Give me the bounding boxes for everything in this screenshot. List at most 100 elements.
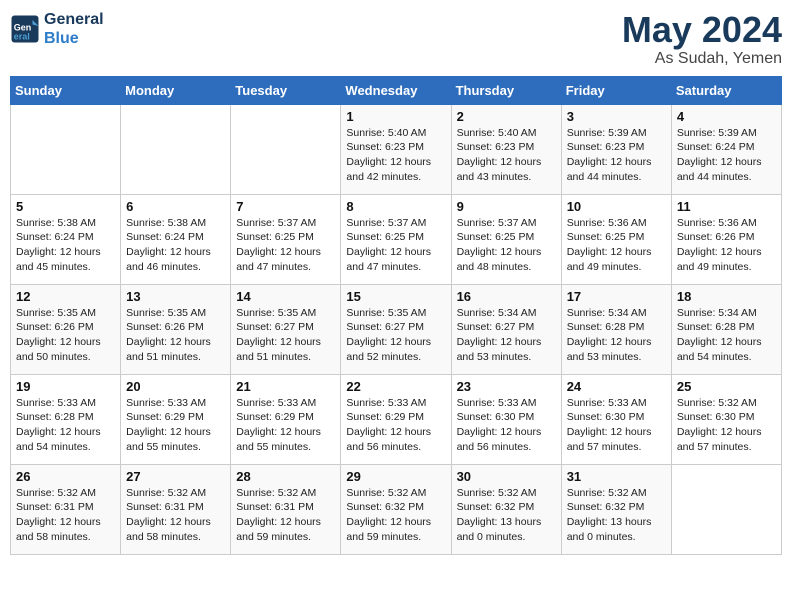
calendar-cell: 17 Sunrise: 5:34 AM Sunset: 6:28 PM Dayli… [561, 284, 671, 374]
calendar-cell: 23 Sunrise: 5:33 AM Sunset: 6:30 PM Dayli… [451, 374, 561, 464]
day-number: 12 [16, 289, 115, 304]
day-number: 2 [457, 109, 556, 124]
day-info: Sunrise: 5:37 AM Sunset: 6:25 PM Dayligh… [457, 216, 556, 275]
header-friday: Friday [561, 76, 671, 104]
calendar-cell: 29 Sunrise: 5:32 AM Sunset: 6:32 PM Dayli… [341, 464, 451, 554]
day-number: 25 [677, 379, 776, 394]
day-info: Sunrise: 5:40 AM Sunset: 6:23 PM Dayligh… [346, 126, 445, 185]
calendar-cell: 7 Sunrise: 5:37 AM Sunset: 6:25 PM Daylig… [231, 194, 341, 284]
day-info: Sunrise: 5:39 AM Sunset: 6:23 PM Dayligh… [567, 126, 666, 185]
calendar-cell: 20 Sunrise: 5:33 AM Sunset: 6:29 PM Dayli… [121, 374, 231, 464]
day-number: 16 [457, 289, 556, 304]
week-row-3: 12 Sunrise: 5:35 AM Sunset: 6:26 PM Dayli… [11, 284, 782, 374]
calendar-cell: 14Sunrise: 5:35 AM Sunset: 6:27 PM Dayli… [231, 284, 341, 374]
calendar-cell: 25 Sunrise: 5:32 AM Sunset: 6:30 PM Dayli… [671, 374, 781, 464]
day-info: Sunrise: 5:32 AM Sunset: 6:30 PM Dayligh… [677, 396, 776, 455]
week-row-4: 19Sunrise: 5:33 AM Sunset: 6:28 PM Dayli… [11, 374, 782, 464]
day-number: 24 [567, 379, 666, 394]
day-number: 29 [346, 469, 445, 484]
calendar-cell [231, 104, 341, 194]
day-info: Sunrise: 5:39 AM Sunset: 6:24 PM Dayligh… [677, 126, 776, 185]
day-number: 26 [16, 469, 115, 484]
day-info: Sunrise: 5:32 AM Sunset: 6:31 PM Dayligh… [16, 486, 115, 545]
day-number: 18 [677, 289, 776, 304]
day-info: Sunrise: 5:32 AM Sunset: 6:31 PM Dayligh… [236, 486, 335, 545]
calendar-cell: 19Sunrise: 5:33 AM Sunset: 6:28 PM Dayli… [11, 374, 121, 464]
calendar-table: SundayMondayTuesdayWednesdayThursdayFrid… [10, 76, 782, 555]
day-info: Sunrise: 5:35 AM Sunset: 6:26 PM Dayligh… [16, 306, 115, 365]
day-number: 21 [236, 379, 335, 394]
month-title: May 2024 [622, 10, 782, 50]
day-number: 31 [567, 469, 666, 484]
day-number: 14 [236, 289, 335, 304]
day-info: Sunrise: 5:33 AM Sunset: 6:29 PM Dayligh… [236, 396, 335, 455]
day-info: Sunrise: 5:33 AM Sunset: 6:29 PM Dayligh… [126, 396, 225, 455]
day-info: Sunrise: 5:32 AM Sunset: 6:31 PM Dayligh… [126, 486, 225, 545]
calendar-cell: 4 Sunrise: 5:39 AM Sunset: 6:24 PM Daylig… [671, 104, 781, 194]
calendar-cell: 16Sunrise: 5:34 AM Sunset: 6:27 PM Dayli… [451, 284, 561, 374]
day-info: Sunrise: 5:33 AM Sunset: 6:30 PM Dayligh… [457, 396, 556, 455]
day-info: Sunrise: 5:34 AM Sunset: 6:28 PM Dayligh… [567, 306, 666, 365]
location-title: As Sudah, Yemen [622, 50, 782, 68]
day-number: 27 [126, 469, 225, 484]
header-wednesday: Wednesday [341, 76, 451, 104]
header-thursday: Thursday [451, 76, 561, 104]
day-number: 11 [677, 199, 776, 214]
day-info: Sunrise: 5:40 AM Sunset: 6:23 PM Dayligh… [457, 126, 556, 185]
day-info: Sunrise: 5:34 AM Sunset: 6:28 PM Dayligh… [677, 306, 776, 365]
day-info: Sunrise: 5:33 AM Sunset: 6:30 PM Dayligh… [567, 396, 666, 455]
calendar-cell: 27 Sunrise: 5:32 AM Sunset: 6:31 PM Dayli… [121, 464, 231, 554]
calendar-cell: 26 Sunrise: 5:32 AM Sunset: 6:31 PM Dayli… [11, 464, 121, 554]
week-row-5: 26 Sunrise: 5:32 AM Sunset: 6:31 PM Dayli… [11, 464, 782, 554]
day-number: 20 [126, 379, 225, 394]
header-monday: Monday [121, 76, 231, 104]
day-number: 10 [567, 199, 666, 214]
day-info: Sunrise: 5:36 AM Sunset: 6:25 PM Dayligh… [567, 216, 666, 275]
day-number: 6 [126, 199, 225, 214]
day-number: 5 [16, 199, 115, 214]
day-info: Sunrise: 5:33 AM Sunset: 6:29 PM Dayligh… [346, 396, 445, 455]
calendar-cell [671, 464, 781, 554]
calendar-cell: 2 Sunrise: 5:40 AM Sunset: 6:23 PM Daylig… [451, 104, 561, 194]
day-info: Sunrise: 5:37 AM Sunset: 6:25 PM Dayligh… [236, 216, 335, 275]
calendar-cell: 30 Sunrise: 5:32 AM Sunset: 6:32 PM Dayli… [451, 464, 561, 554]
calendar-cell [11, 104, 121, 194]
calendar-cell: 3 Sunrise: 5:39 AM Sunset: 6:23 PM Daylig… [561, 104, 671, 194]
calendar-cell: 8Sunrise: 5:37 AM Sunset: 6:25 PM Daylig… [341, 194, 451, 284]
day-info: Sunrise: 5:38 AM Sunset: 6:24 PM Dayligh… [16, 216, 115, 275]
day-info: Sunrise: 5:32 AM Sunset: 6:32 PM Dayligh… [567, 486, 666, 545]
day-number: 30 [457, 469, 556, 484]
header-tuesday: Tuesday [231, 76, 341, 104]
day-number: 17 [567, 289, 666, 304]
calendar-cell: 31 Sunrise: 5:32 AM Sunset: 6:32 PM Dayli… [561, 464, 671, 554]
calendar-cell: 11Sunrise: 5:36 AM Sunset: 6:26 PM Dayli… [671, 194, 781, 284]
calendar-cell: 22 Sunrise: 5:33 AM Sunset: 6:29 PM Dayli… [341, 374, 451, 464]
calendar-cell: 5 Sunrise: 5:38 AM Sunset: 6:24 PM Daylig… [11, 194, 121, 284]
calendar-cell: 21 Sunrise: 5:33 AM Sunset: 6:29 PM Dayli… [231, 374, 341, 464]
day-number: 22 [346, 379, 445, 394]
calendar-cell: 10 Sunrise: 5:36 AM Sunset: 6:25 PM Dayli… [561, 194, 671, 284]
day-info: Sunrise: 5:32 AM Sunset: 6:32 PM Dayligh… [457, 486, 556, 545]
day-number: 1 [346, 109, 445, 124]
day-number: 4 [677, 109, 776, 124]
day-number: 15 [346, 289, 445, 304]
calendar-cell: 6Sunrise: 5:38 AM Sunset: 6:24 PM Daylig… [121, 194, 231, 284]
header-sunday: Sunday [11, 76, 121, 104]
calendar-cell: 18 Sunrise: 5:34 AM Sunset: 6:28 PM Dayli… [671, 284, 781, 374]
calendar-cell: 1 Sunrise: 5:40 AM Sunset: 6:23 PM Daylig… [341, 104, 451, 194]
day-info: Sunrise: 5:32 AM Sunset: 6:32 PM Dayligh… [346, 486, 445, 545]
day-number: 3 [567, 109, 666, 124]
day-number: 7 [236, 199, 335, 214]
calendar-cell [121, 104, 231, 194]
day-number: 13 [126, 289, 225, 304]
title-area: May 2024 As Sudah, Yemen [622, 10, 782, 68]
header: Gen eral General Blue May 2024 As Sudah,… [10, 10, 782, 68]
calendar-cell: 9Sunrise: 5:37 AM Sunset: 6:25 PM Daylig… [451, 194, 561, 284]
calendar-cell: 13 Sunrise: 5:35 AM Sunset: 6:26 PM Dayli… [121, 284, 231, 374]
day-number: 8 [346, 199, 445, 214]
calendar-header-row: SundayMondayTuesdayWednesdayThursdayFrid… [11, 76, 782, 104]
day-info: Sunrise: 5:35 AM Sunset: 6:26 PM Dayligh… [126, 306, 225, 365]
day-info: Sunrise: 5:35 AM Sunset: 6:27 PM Dayligh… [346, 306, 445, 365]
day-number: 23 [457, 379, 556, 394]
logo-icon: Gen eral [10, 14, 40, 44]
